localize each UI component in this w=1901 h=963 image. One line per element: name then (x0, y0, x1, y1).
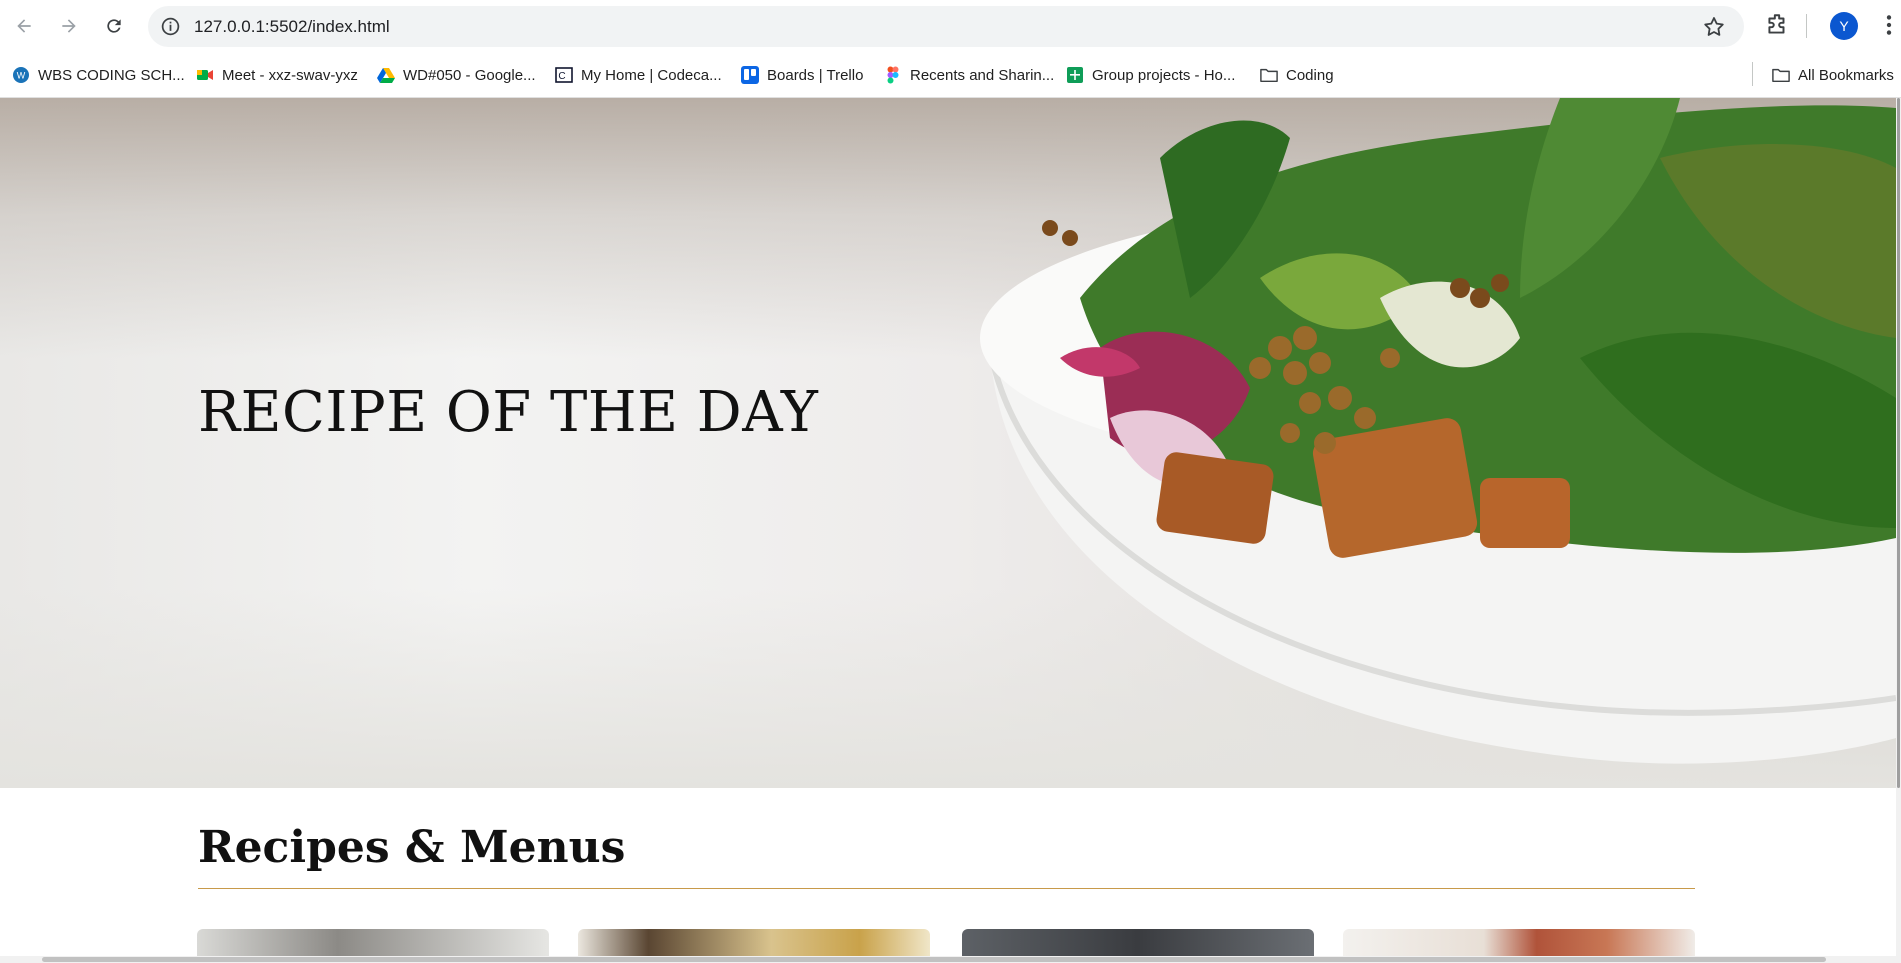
address-bar[interactable]: 127.0.0.1:5502/index.html (148, 6, 1744, 47)
bookmark-figma[interactable]: Recents and Sharin... (884, 62, 1054, 88)
menu-kebab-icon[interactable] (1881, 12, 1897, 38)
forward-arrow-icon (62, 19, 76, 33)
reload-icon (107, 19, 121, 33)
svg-text:W: W (17, 71, 26, 81)
bookmark-label: My Home | Codeca... (581, 66, 722, 84)
bookmark-folder-coding[interactable]: Coding (1260, 62, 1334, 88)
bookmark-sheets[interactable]: Group projects - Ho... (1066, 62, 1235, 88)
bookmark-label: Meet - xxz-swav-yxz (222, 66, 358, 84)
bookmark-star-icon[interactable] (1702, 15, 1726, 39)
bookmarks-divider (1752, 62, 1753, 86)
vertical-scrollbar-thumb[interactable] (1897, 98, 1900, 788)
url-text[interactable]: 127.0.0.1:5502/index.html (194, 17, 390, 37)
bookmark-drive[interactable]: WD#050 - Google... (377, 62, 536, 88)
bookmark-label: WD#050 - Google... (403, 66, 536, 84)
bookmark-trello[interactable]: Boards | Trello (741, 62, 863, 88)
back-button[interactable] (8, 10, 40, 42)
profile-avatar[interactable]: Y (1830, 12, 1858, 40)
horizontal-scrollbar[interactable] (0, 956, 1896, 963)
reload-button[interactable] (98, 10, 130, 42)
section-title: Recipes & Menus (198, 822, 626, 873)
vertical-scrollbar[interactable] (1896, 98, 1901, 963)
bookmark-codecademy[interactable]: C My Home | Codeca... (555, 62, 722, 88)
wbs-favicon: W (12, 66, 30, 84)
toolbar-divider (1806, 14, 1807, 38)
hero-banner: RECIPE OF THE DAY (0, 98, 1896, 788)
google-drive-favicon (377, 66, 395, 84)
google-meet-favicon (196, 66, 214, 84)
trello-favicon (741, 66, 759, 84)
bookmark-label: Boards | Trello (767, 66, 864, 84)
recipe-card-1[interactable] (197, 929, 549, 956)
bookmark-label: WBS CODING SCH... (38, 66, 185, 84)
forward-button[interactable] (53, 10, 85, 42)
browser-toolbar: 127.0.0.1:5502/index.html Y (0, 0, 1901, 52)
site-info-icon[interactable] (160, 16, 181, 37)
google-sheets-favicon (1066, 66, 1084, 84)
section-divider (198, 888, 1695, 889)
recipe-card-2[interactable] (578, 929, 930, 956)
all-bookmarks-button[interactable]: All Bookmarks (1772, 62, 1894, 88)
figma-favicon (884, 66, 902, 84)
svg-text:C: C (558, 71, 565, 82)
bookmark-label: Recents and Sharin... (910, 66, 1055, 84)
recipe-card-4[interactable] (1343, 929, 1695, 956)
codecademy-favicon: C (555, 66, 573, 84)
salad-bowl-image (980, 98, 1896, 764)
back-arrow-icon (17, 19, 31, 33)
bookmark-wbs[interactable]: W WBS CODING SCH... (12, 62, 185, 88)
folder-icon (1772, 66, 1790, 84)
horizontal-scrollbar-thumb[interactable] (42, 957, 1826, 962)
folder-icon (1260, 66, 1278, 84)
bookmarks-bar: W WBS CODING SCH... Meet - xxz-swav-yxz … (0, 52, 1901, 98)
all-bookmarks-label: All Bookmarks (1798, 66, 1894, 84)
bookmark-label: Group projects - Ho... (1092, 66, 1236, 84)
bookmark-label: Coding (1286, 66, 1334, 84)
extensions-icon[interactable] (1764, 12, 1790, 38)
bookmark-meet[interactable]: Meet - xxz-swav-yxz (196, 62, 358, 88)
recipe-card-3[interactable] (962, 929, 1314, 956)
hero-title: RECIPE OF THE DAY (198, 380, 819, 445)
